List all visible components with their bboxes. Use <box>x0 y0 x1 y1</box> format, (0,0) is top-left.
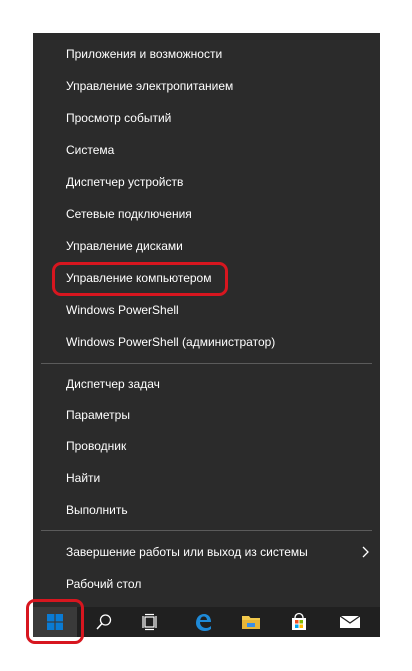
menu-item-label: Найти <box>66 471 101 485</box>
menu-item-label: Приложения и возможности <box>66 47 223 61</box>
menu-item-task-manager[interactable]: Диспетчер задач <box>33 368 380 400</box>
menu-item-label: Диспетчер устройств <box>66 175 184 189</box>
screenshot: Приложения и возможности Управление элек… <box>0 0 412 671</box>
menu-item-label: Управление дисками <box>66 239 183 253</box>
highlight-annotation <box>52 262 228 296</box>
search-icon <box>96 614 112 630</box>
taskbar <box>33 607 380 637</box>
search-button[interactable] <box>85 607 123 637</box>
menu-item-disk-management[interactable]: Управление дисками <box>33 230 380 262</box>
menu-item-power-options[interactable]: Управление электропитанием <box>33 70 380 102</box>
edge-button[interactable] <box>184 607 222 637</box>
menu-item-shutdown-signout[interactable]: Завершение работы или выход из системы <box>33 536 380 568</box>
menu-item-label: Рабочий стол <box>66 577 142 591</box>
menu-item-label: Windows PowerShell <box>66 303 179 317</box>
task-view-icon <box>142 613 157 631</box>
menu-item-label: Параметры <box>66 408 130 422</box>
menu-separator <box>41 363 372 364</box>
menu-item-label: Система <box>66 143 115 157</box>
menu-separator <box>41 530 372 531</box>
menu-item-label: Диспетчер задач <box>66 377 160 391</box>
menu-item-device-manager[interactable]: Диспетчер устройств <box>33 166 380 198</box>
menu-item-label: Завершение работы или выход из системы <box>66 545 308 559</box>
menu-item-system[interactable]: Система <box>33 134 380 166</box>
menu-item-label: Выполнить <box>66 503 128 517</box>
menu-item-label: Проводник <box>66 439 127 453</box>
menu-item-file-explorer[interactable]: Проводник <box>33 430 380 462</box>
menu-item-desktop[interactable]: Рабочий стол <box>33 568 380 600</box>
edge-icon <box>196 614 211 631</box>
store-button[interactable] <box>280 607 318 637</box>
menu-item-apps-features[interactable]: Приложения и возможности <box>33 38 380 70</box>
file-explorer-button[interactable] <box>232 607 270 637</box>
mail-button[interactable] <box>331 607 369 637</box>
winx-context-menu: Приложения и возможности Управление элек… <box>33 33 380 608</box>
menu-item-powershell-admin[interactable]: Windows PowerShell (администратор) <box>33 326 380 358</box>
mail-icon <box>339 615 361 628</box>
file-explorer-icon <box>242 616 260 629</box>
menu-item-event-viewer[interactable]: Просмотр событий <box>33 102 380 134</box>
store-icon <box>292 612 306 630</box>
chevron-right-icon <box>362 546 369 558</box>
task-view-button[interactable] <box>131 607 169 637</box>
menu-item-label: Управление электропитанием <box>66 79 234 93</box>
menu-item-run[interactable]: Выполнить <box>33 494 380 526</box>
menu-item-label: Сетевые подключения <box>66 207 192 221</box>
menu-item-network-connections[interactable]: Сетевые подключения <box>33 198 380 230</box>
menu-item-powershell[interactable]: Windows PowerShell <box>33 294 380 326</box>
menu-item-settings[interactable]: Параметры <box>33 399 380 431</box>
start-highlight-annotation <box>26 599 84 644</box>
menu-item-search[interactable]: Найти <box>33 462 380 494</box>
menu-item-label: Просмотр событий <box>66 111 172 125</box>
menu-item-label: Windows PowerShell (администратор) <box>66 335 276 349</box>
